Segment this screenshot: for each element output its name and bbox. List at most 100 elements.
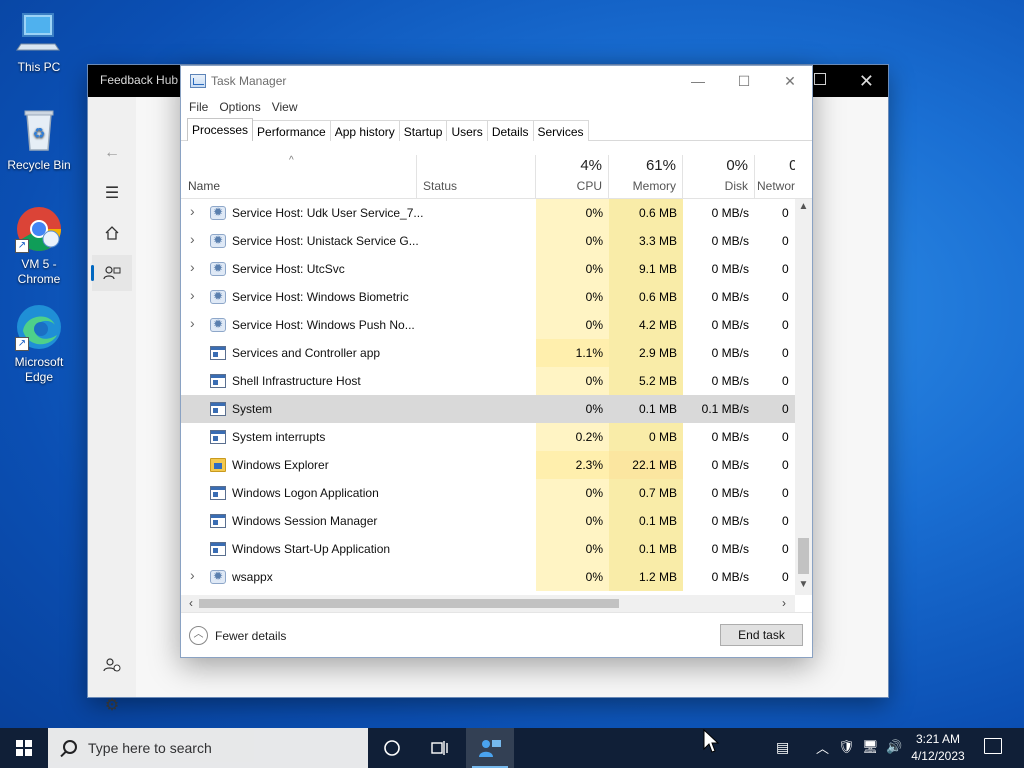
menu-file[interactable]: File [189,97,215,119]
disk-cell: 0 MB/s [683,451,755,479]
scroll-thumb[interactable] [798,538,809,574]
column-header-memory[interactable]: 61% Memory [609,155,683,199]
table-row[interactable]: Windows Logon Application 0% 0.7 MB 0 MB/s 0… [181,479,795,507]
desktop-icon-this-pc[interactable]: This PC [2,8,76,75]
net-cell: 0 Mbps [755,311,795,339]
memory-cell: 22.1 MB [609,451,683,479]
tab-users[interactable]: Users [446,120,488,141]
column-header-disk[interactable]: 0% Disk [683,155,755,199]
tab-startup[interactable]: Startup [398,120,448,141]
tab-performance[interactable]: Performance [252,120,331,141]
language-bar-icon[interactable]: ▤ [776,739,789,756]
memory-total-percent: 61% [645,157,676,174]
expand-chevron-icon[interactable]: › [190,287,195,303]
expand-chevron-icon[interactable]: › [190,567,195,583]
table-row[interactable]: Windows Start-Up Application 0% 0.1 MB 0 MB… [181,535,795,563]
status-cell [417,311,536,339]
table-row[interactable]: › wsappx 0%1.2 MB0 MB/s0 Mbps [181,563,795,591]
desktop-icon-recycle-bin[interactable]: ♻ Recycle Bin [2,106,76,173]
scroll-up-icon[interactable]: ▲ [795,201,812,215]
process-name: Windows Logon Application [232,486,379,500]
menu-options[interactable]: Options [219,97,267,119]
tab-processes[interactable]: Processes [187,118,254,141]
table-row[interactable]: Shell Infrastructure Host 0% 5.2 MB 0 MB/s 0… [181,367,795,395]
process-window-icon [210,514,226,528]
scroll-left-icon[interactable]: ‹ [184,596,198,610]
table-row[interactable]: › Service Host: Windows Biometric 0%0.6 MB… [181,283,795,311]
taskbar-app-feedback-hub[interactable] [466,728,514,768]
taskbar-search-box[interactable]: Type here to search [48,728,368,768]
scroll-down-icon[interactable]: ▼ [795,579,812,593]
maximize-icon[interactable]: ☐ [721,66,767,96]
column-header-network[interactable]: 0% Network [755,155,795,199]
minimize-icon[interactable]: — [675,66,721,96]
table-row[interactable]: System interrupts 0.2%0 MB0 MB/s0 Mbps [181,423,795,451]
horizontal-scrollbar[interactable]: ‹ › [181,595,795,612]
close-icon[interactable]: ✕ [859,67,874,95]
column-header-label: Name [188,179,221,193]
shortcut-arrow-icon: ↗ [15,337,29,351]
network-icon[interactable]: 🖥 [862,739,879,755]
settings-gear-icon[interactable]: ⚙ [92,687,132,723]
back-button[interactable]: ← [92,135,132,171]
expand-chevron-icon[interactable]: › [190,259,195,275]
task-manager-titlebar[interactable]: Task Manager — ☐ ✕ [181,66,812,97]
cpu-cell: 1.1% [536,339,609,367]
process-name: Services and Controller app [232,346,381,360]
feedback-icon[interactable] [91,255,132,291]
show-hidden-icons-chevron-icon[interactable]: ︿ [816,738,829,757]
feedback-hub-nav-rail: ← ☰ ⚙ [88,97,136,714]
feedback-hub-icon [479,740,501,757]
name-cell: Services and Controller app [181,339,417,367]
process-name: System [232,402,273,416]
name-cell: System [181,395,417,423]
table-row[interactable]: › Service Host: Windows Push No... 0%4.2 M… [181,311,795,339]
cpu-cell: 0% [536,255,609,283]
taskbar-clock[interactable]: 3:21 AM 4/12/2023 [900,731,976,765]
process-name: Windows Start-Up Application [232,542,391,556]
scroll-right-icon[interactable]: › [777,596,791,610]
column-header-name[interactable]: ^ Name [181,155,417,199]
security-alert-icon[interactable]: 🛡 [838,739,855,755]
fewer-details-link[interactable]: Fewer details [215,629,286,643]
tab-details[interactable]: Details [486,120,534,141]
desktop-icon-vm5-chrome[interactable]: ↗ VM 5 - Chrome [2,205,76,287]
menu-view[interactable]: View [272,97,305,119]
expand-chevron-icon[interactable]: › [190,315,195,331]
table-row[interactable]: › Service Host: Unistack Service G... 0%3.… [181,227,795,255]
table-row[interactable]: Services and Controller app 1.1% 2.9 MB 0 M… [181,339,795,367]
scroll-thumb[interactable] [199,599,619,608]
task-view-button[interactable] [416,728,464,768]
task-manager-window: Task Manager — ☐ ✕ File Options View Pro… [180,65,813,658]
status-cell [417,423,536,451]
home-icon[interactable] [92,215,132,251]
cpu-cell: 0% [536,367,609,395]
desktop-icon-microsoft-edge[interactable]: ↗ Microsoft Edge [2,303,76,385]
maximize-icon[interactable] [814,73,826,85]
column-header-status[interactable]: Status [417,155,536,199]
action-center-icon[interactable] [984,738,1002,754]
process-name: Service Host: UtcSvc [232,262,345,276]
add-user-icon[interactable] [92,647,132,683]
vertical-scrollbar[interactable]: ▲ ▼ [795,199,812,595]
table-row[interactable]: Windows Session Manager 0%0.1 MB0 MB/s0 M… [181,507,795,535]
tab-app-history[interactable]: App history [329,120,400,141]
disk-cell: 0 MB/s [683,479,755,507]
column-header-cpu[interactable]: 4% CPU [536,155,609,199]
table-row[interactable]: System 0%0.1 MB0.1 MB/s0 Mbps [181,395,795,423]
start-button[interactable] [0,728,48,768]
disk-cell: 0 MB/s [683,535,755,563]
table-row[interactable]: › Service Host: UtcSvc 0%9.1 MB0 MB/s0 Mbp… [181,255,795,283]
table-row[interactable]: Windows Explorer 2.3%22.1 MB0 MB/s0 Mbps [181,451,795,479]
tab-services[interactable]: Services [532,120,589,141]
end-task-button[interactable]: End task [720,624,803,646]
hamburger-menu-icon[interactable]: ☰ [92,175,132,211]
expand-chevron-icon[interactable]: › [190,203,195,219]
chevron-up-icon[interactable]: ︿ [189,626,208,645]
cortana-button[interactable] [368,728,416,768]
table-row[interactable]: › Service Host: Udk User Service_7... 0%0.… [181,199,795,227]
net-cell: 0 Mbps [755,507,795,535]
close-icon[interactable]: ✕ [767,66,813,96]
process-name: Service Host: Windows Push No... [232,318,415,332]
expand-chevron-icon[interactable]: › [190,231,195,247]
